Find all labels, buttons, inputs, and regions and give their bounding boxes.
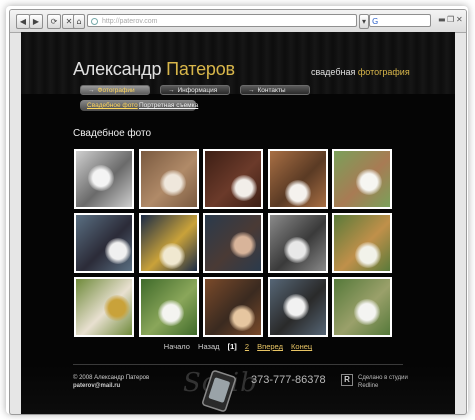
arrow-right-icon: → — [248, 87, 255, 94]
photo-thumbnail[interactable] — [203, 149, 263, 209]
photo-subject — [283, 237, 310, 263]
footer-divider — [73, 364, 403, 365]
photo-thumbnail[interactable] — [203, 213, 263, 273]
logo-first-name: Александр — [73, 59, 162, 79]
photo-thumbnail[interactable] — [203, 277, 263, 337]
browser-window: ◀ ▶ ⟳ ✕ ⌂ http://paterov.com ▾ G ▬ ❐ ✕ А… — [9, 9, 467, 415]
photo-subject — [284, 180, 311, 206]
footer-studio: Сделано в студии Redline — [358, 374, 408, 390]
close-icon[interactable]: ✕ — [456, 15, 463, 24]
camera-icon — [202, 370, 236, 412]
photo-subject — [157, 300, 184, 326]
photo-thumbnail[interactable] — [332, 213, 392, 273]
address-url: http://paterov.com — [102, 18, 158, 25]
photo-thumbnail[interactable] — [267, 277, 328, 337]
photo-grid — [74, 149, 412, 339]
forward-button[interactable]: ▶ — [29, 14, 43, 29]
photo-subject — [104, 295, 130, 321]
section-title: Свадебное фото — [73, 128, 152, 139]
minimize-icon[interactable]: ▬ — [438, 15, 446, 24]
photo-thumbnail[interactable] — [74, 277, 134, 337]
pagination-prev[interactable]: Назад — [198, 342, 220, 351]
tagline-part-1: свадебная — [311, 67, 356, 77]
nav-photos[interactable]: → Фотографии — [80, 85, 150, 95]
photo-subject — [159, 170, 186, 196]
nav-info-label: Информация — [177, 87, 218, 94]
photo-thumbnail[interactable] — [138, 149, 199, 209]
photo-thumbnail[interactable] — [138, 213, 199, 273]
photo-thumbnail[interactable] — [74, 149, 134, 209]
home-button[interactable]: ⌂ — [73, 14, 85, 29]
subnav-wedding[interactable]: Свадебное фото — [87, 102, 138, 109]
nav-contacts-label: Контакты — [257, 87, 286, 94]
browser-toolbar: ◀ ▶ ⟳ ✕ ⌂ http://paterov.com ▾ G ▬ ❐ ✕ — [10, 10, 466, 33]
photo-thumbnail[interactable] — [138, 277, 199, 337]
address-bar[interactable]: http://paterov.com — [87, 14, 357, 27]
pagination-last[interactable]: Конец — [291, 342, 312, 351]
globe-icon — [91, 18, 98, 25]
subnav-portrait[interactable]: Портретная съемка — [139, 102, 198, 109]
photo-subject — [356, 169, 382, 195]
footer-email[interactable]: paterov@mail.ru — [73, 382, 149, 390]
photo-thumbnail[interactable] — [267, 213, 328, 273]
pagination-first[interactable]: Начало — [164, 342, 190, 351]
photo-subject — [158, 243, 185, 269]
back-button[interactable]: ◀ — [16, 14, 30, 29]
studio-line-1: Сделано в студии — [358, 375, 408, 381]
nav-photos-label: Фотографии — [97, 87, 135, 94]
photo-subject — [282, 294, 309, 320]
reload-button[interactable]: ⟳ — [47, 14, 61, 29]
copyright-text: © 2008 Александр Патеров — [73, 375, 150, 381]
photo-subject — [230, 232, 256, 258]
search-box[interactable]: G — [369, 14, 431, 27]
studio-line-2[interactable]: Redline — [358, 382, 408, 390]
footer-copyright: © 2008 Александр Патеров paterov@mail.ru — [73, 374, 149, 390]
arrow-right-icon: → — [88, 87, 95, 94]
redline-logo-icon[interactable]: R — [341, 374, 353, 386]
search-engine-icon: G — [372, 17, 379, 26]
photo-subject — [355, 242, 381, 268]
pagination: Начало Назад [1] 2 Вперед Конец — [21, 342, 455, 354]
address-dropdown-icon[interactable]: ▾ — [359, 14, 369, 29]
nav-info[interactable]: → Информация — [160, 85, 230, 95]
pagination-next[interactable]: Вперед — [257, 342, 283, 351]
pagination-page-2[interactable]: 2 — [245, 342, 249, 351]
site-logo[interactable]: Александр Патеров — [73, 59, 235, 80]
site-tagline: свадебная фотография — [311, 67, 410, 77]
photo-thumbnail[interactable] — [267, 149, 328, 209]
tagline-part-2: фотография — [357, 67, 410, 77]
photo-thumbnail[interactable] — [332, 149, 392, 209]
web-page: Александр Патеров свадебная фотография →… — [21, 32, 455, 414]
nav-contacts[interactable]: → Контакты — [240, 85, 310, 95]
photo-subject — [229, 305, 255, 331]
photo-thumbnail[interactable] — [332, 277, 392, 337]
photo-subject — [88, 165, 114, 191]
pagination-current: [1] — [227, 342, 237, 351]
photo-thumbnail[interactable] — [74, 213, 134, 273]
photo-subject — [231, 175, 257, 201]
arrow-right-icon: → — [168, 87, 175, 94]
logo-last-name: Патеров — [166, 59, 235, 79]
restore-icon[interactable]: ❐ — [447, 15, 454, 24]
photo-subject — [354, 299, 380, 325]
photo-subject — [105, 238, 131, 264]
footer-phone: 373-777-86378 — [251, 374, 326, 386]
